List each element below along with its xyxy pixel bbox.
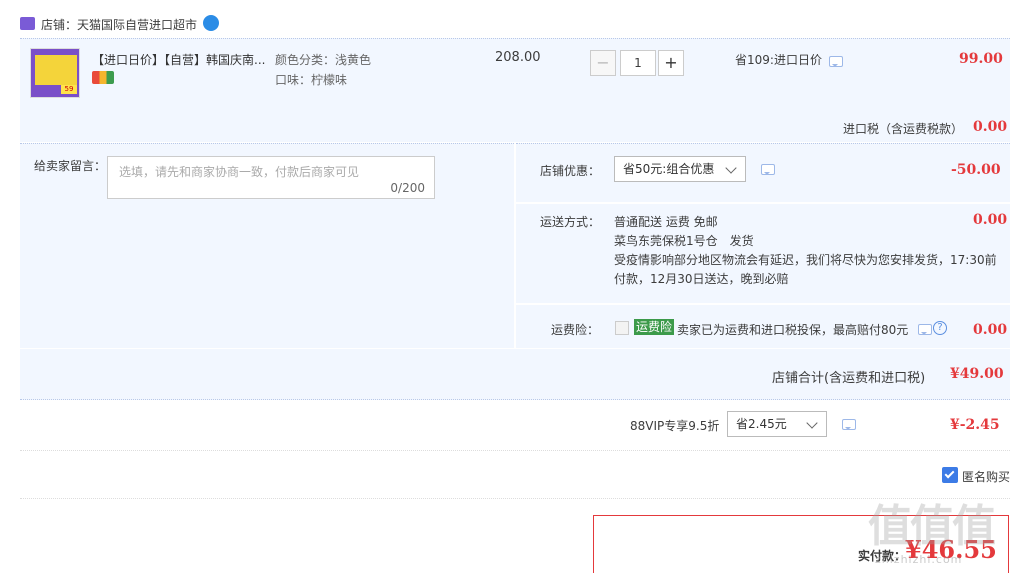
insurance-text: 卖家已为运费和进口税投保，最高赔付80元 [677, 323, 909, 337]
vip-discount-value: ¥-2.45 [950, 417, 1000, 433]
insurance-chat-icon[interactable] [918, 324, 932, 335]
quantity-increase-button[interactable]: + [658, 50, 684, 76]
sku-flavor: 口味：柠檬味 [275, 73, 348, 87]
shipping-line-4: 付款，12月30日送达，晚到必赔 [614, 272, 789, 286]
message-counter: 0/200 [390, 181, 425, 195]
insurance-badge: 运费险 [634, 319, 675, 335]
insurance-checkbox [615, 321, 629, 335]
anonymous-checkbox[interactable] [942, 467, 958, 483]
product-title-link[interactable]: 【进口日价】【自营】韩国庆南... [92, 51, 265, 68]
watermark-logo: 值值值 [868, 501, 996, 552]
import-tax-value: 0.00 [973, 119, 1008, 135]
item-discount-text: 省109:进口日价 [735, 53, 822, 67]
shipping-line-1: 普通配送 运费 免邮 [614, 215, 718, 229]
thumbnail-price-tag: 59 [61, 85, 77, 94]
insurance-label: 运费险： [551, 323, 600, 337]
shop-name-link[interactable]: 天猫国际自营进口超市 [77, 18, 197, 32]
anonymous-label[interactable]: 匿名购买 [962, 468, 1010, 485]
item-chat-icon[interactable] [829, 56, 843, 67]
vip-discount-selected: 省2.45元 [736, 417, 787, 431]
tmall-badge-icon [92, 71, 114, 84]
shop-header: 店铺：天猫国际自营进口超市 [41, 16, 197, 33]
shipping-line-2: 菜鸟东莞保税1号仓 发货 [614, 234, 754, 248]
sku-color: 颜色分类：浅黄色 [275, 53, 372, 67]
insurance-value: 0.00 [973, 322, 1008, 338]
shop-discount-value: -50.00 [951, 162, 1001, 178]
message-placeholder: 选填，请先和商家协商一致，付款后商家可见 [119, 165, 360, 179]
shipping-value: 0.00 [973, 212, 1008, 228]
shop-total-label: 店铺合计(含运费和进口税) [772, 371, 926, 386]
shop-total-value: ¥49.00 [950, 366, 1004, 382]
quantity-input[interactable]: 1 [620, 50, 656, 76]
shop-discount-label: 店铺优惠： [540, 164, 601, 178]
product-thumbnail[interactable]: 59 [30, 48, 80, 98]
divider [20, 498, 1010, 499]
wangwang-chat-icon[interactable] [203, 15, 219, 31]
shop-discount-selected: 省50元:组合优惠 [623, 162, 715, 176]
quantity-decrease-button[interactable]: − [590, 50, 616, 76]
help-icon[interactable]: ? [933, 321, 947, 335]
vip-label: 88VIP专享9.5折 [630, 419, 720, 433]
shipping-line-3: 受疫情影响部分地区物流会有延迟，我们将尽快为您安排发货，17:30前 [614, 253, 997, 267]
shop-icon [20, 17, 35, 30]
vip-discount-select[interactable]: 省2.45元 [727, 411, 827, 437]
check-icon [944, 468, 955, 479]
message-textarea[interactable]: 选填，请先和商家协商一致，付款后商家可见 0/200 [107, 156, 435, 199]
shop-prefix: 店铺： [41, 18, 78, 32]
shipping-label: 运送方式： [540, 215, 601, 229]
item-subtotal: 99.00 [959, 51, 1003, 67]
watermark-url: zhizhizhi.com [875, 553, 963, 566]
divider [20, 450, 1010, 451]
chevron-down-icon [725, 162, 737, 174]
message-label: 给卖家留言： [34, 159, 107, 173]
unit-price: 208.00 [495, 50, 541, 65]
shop-discount-select[interactable]: 省50元:组合优惠 [614, 156, 746, 182]
chevron-down-icon [806, 417, 818, 429]
import-tax-label: 进口税（含运费税款） [843, 122, 964, 136]
vip-chat-icon[interactable] [842, 419, 856, 430]
discount-chat-icon[interactable] [761, 164, 775, 175]
